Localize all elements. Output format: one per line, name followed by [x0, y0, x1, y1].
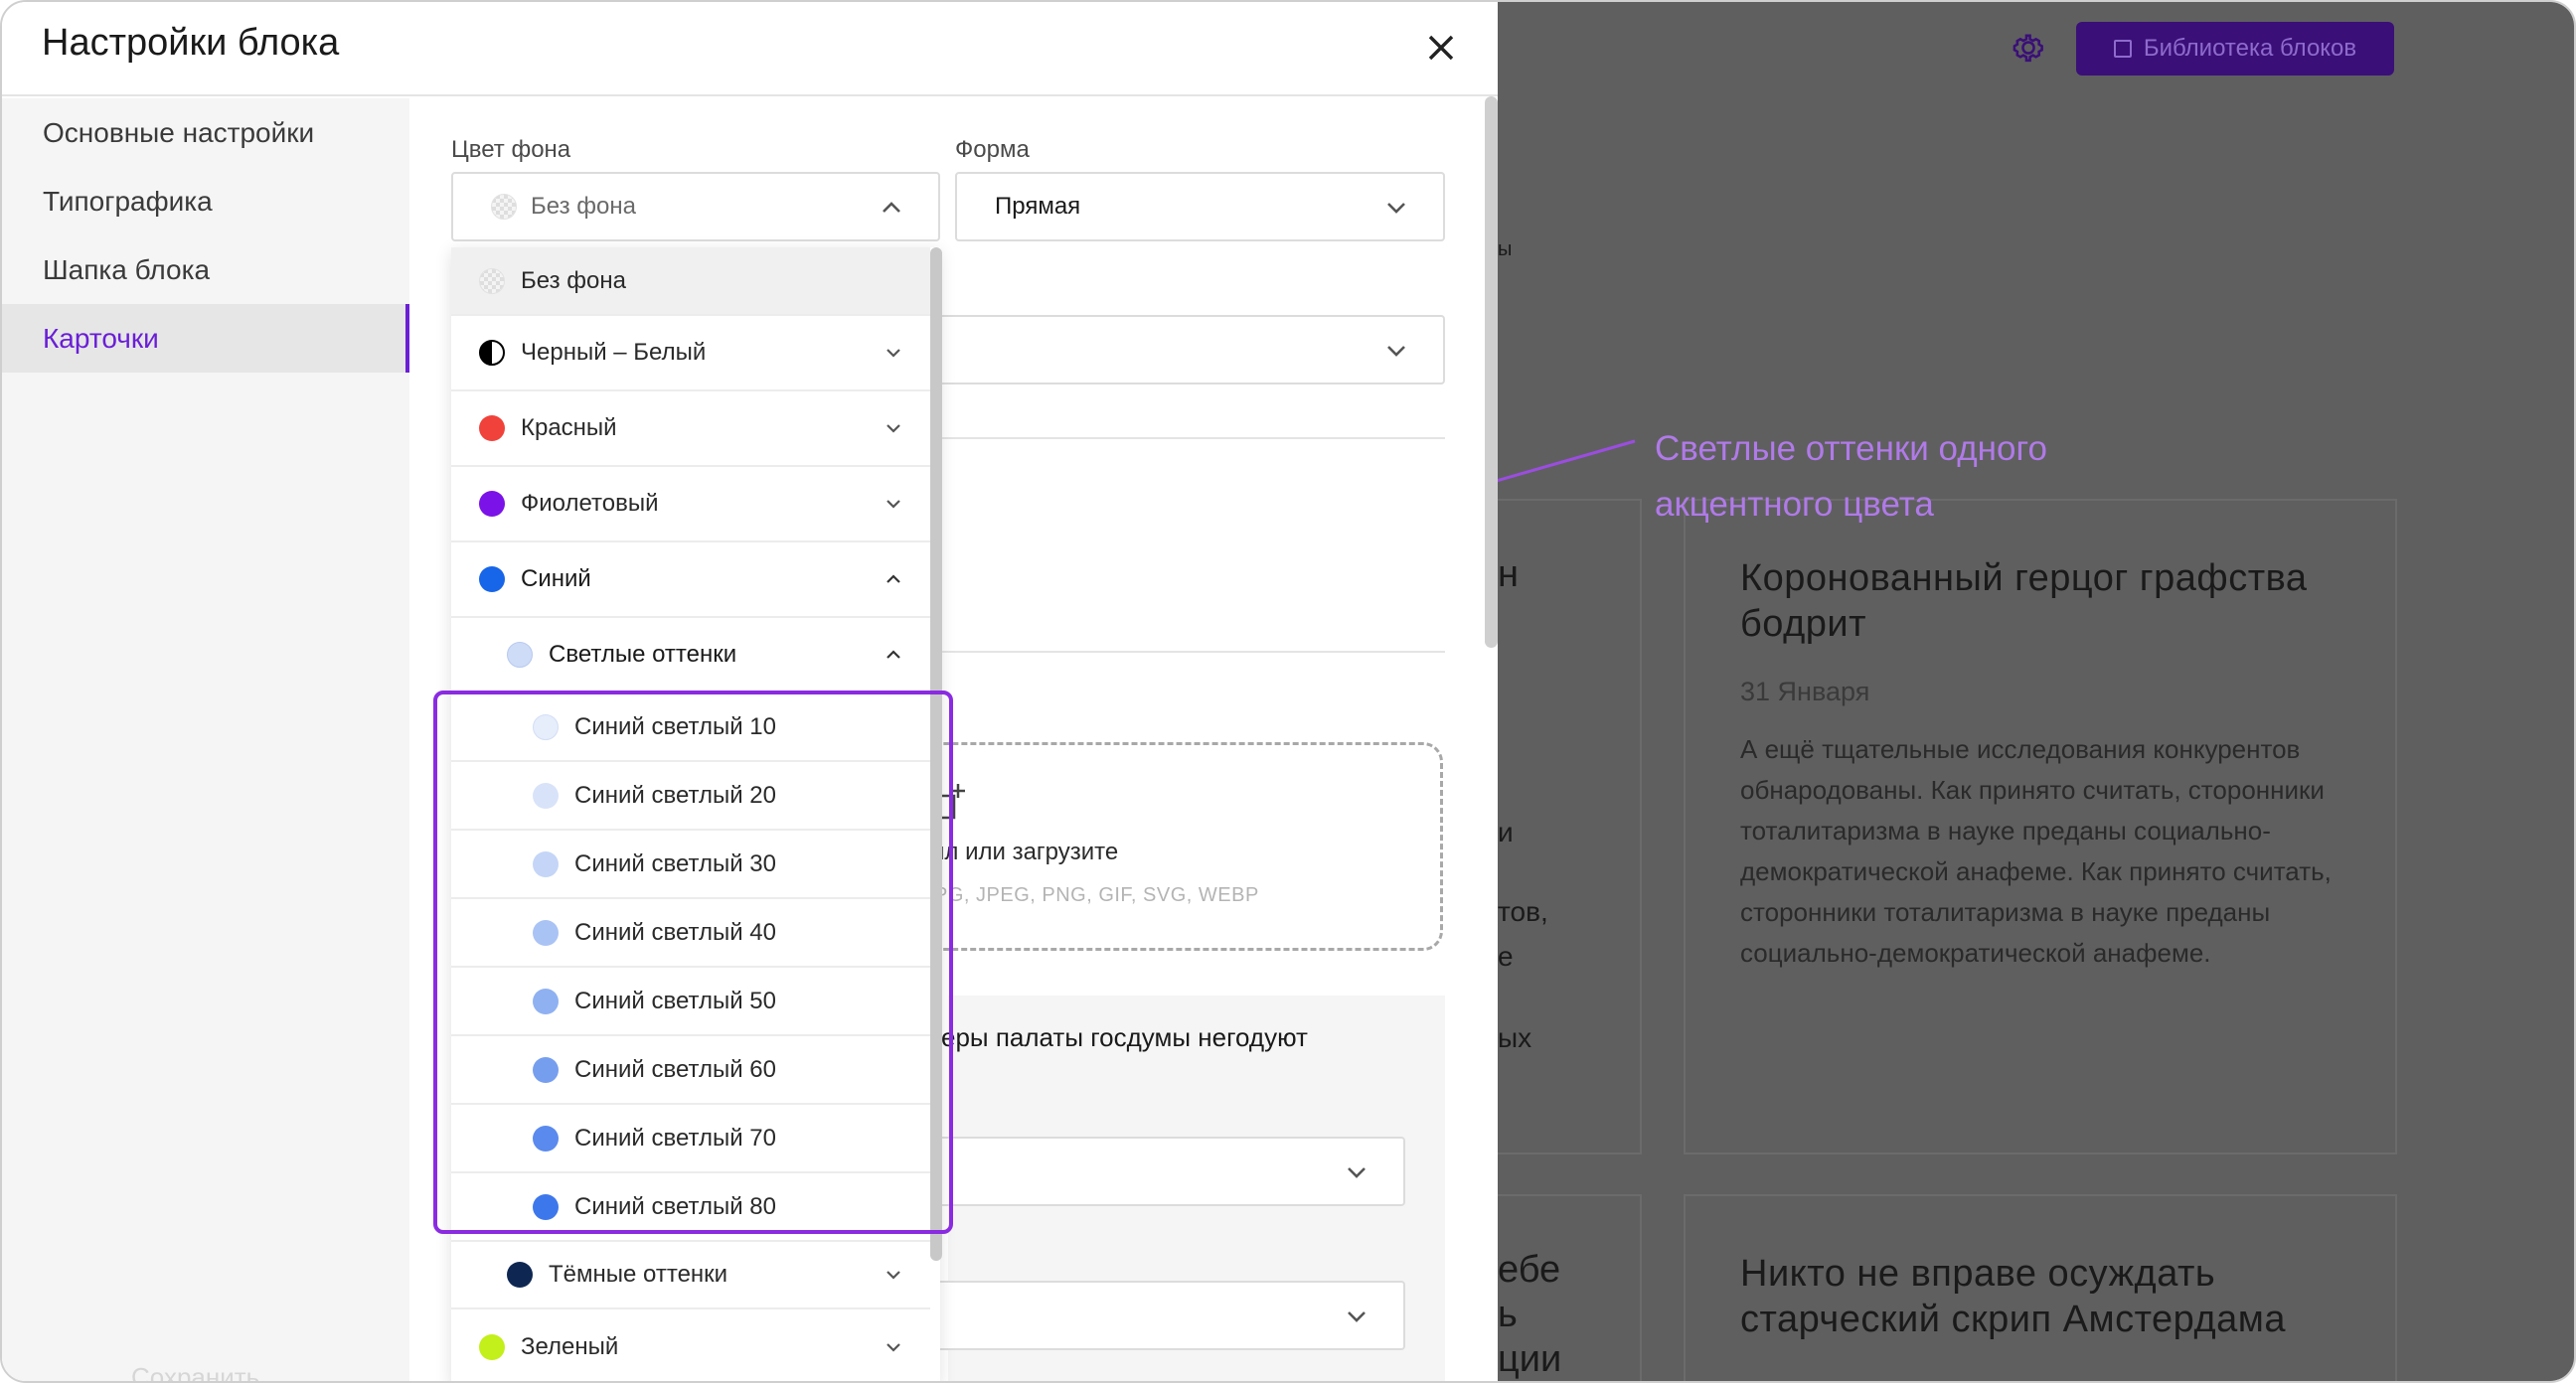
bg-card: Коронованный герцог графства бодрит 31 Я…: [1684, 499, 2397, 1154]
dialog-title: Настройки блока: [42, 22, 340, 64]
upload-text: йл или загрузите: [931, 839, 1119, 865]
library-button[interactable]: Библиотека блоков: [2076, 22, 2394, 76]
option-subgroup-dark[interactable]: Тёмные оттенки: [451, 1242, 930, 1309]
chevron-up-icon: [886, 650, 900, 659]
close-icon: [1428, 35, 1454, 61]
option-blue-light-70[interactable]: Синий светлый 70: [451, 1105, 930, 1173]
option-group-red[interactable]: Красный: [451, 391, 930, 467]
hidden-select[interactable]: [896, 315, 1445, 384]
bg-card: Никто не вправе осуждать старческий скри…: [1684, 1194, 2397, 1381]
option-subgroup-light[interactable]: Светлые оттенки: [451, 618, 930, 693]
card-preview-text: еры палаты госдумы негодуют: [941, 1022, 1308, 1052]
background-page: Библиотека блоков Коронованный герцог гр…: [1488, 2, 2574, 1381]
option-blue-light-60[interactable]: Синий светлый 60: [451, 1036, 930, 1105]
chevron-down-icon: [1348, 1167, 1366, 1178]
dialog-header: Настройки блока: [2, 2, 1498, 96]
chevron-down-icon: [886, 1271, 900, 1280]
violet-swatch: [479, 491, 505, 517]
option-blue-light-30[interactable]: Синий светлый 30: [451, 831, 930, 899]
shape-label: Форма: [955, 136, 1030, 163]
chevron-down-icon: [1348, 1311, 1366, 1322]
dialog-scrollbar[interactable]: [1485, 96, 1498, 648]
option-blue-light-20[interactable]: Синий светлый 20: [451, 762, 930, 831]
bg-color-label: Цвет фона: [451, 136, 571, 163]
black-white-swatch: [479, 340, 505, 366]
upload-hint: PG, JPEG, PNG, GIF, SVG, WEBP: [934, 884, 1259, 906]
color-swatch: [533, 919, 559, 946]
light-shades-swatch: [507, 642, 533, 668]
option-blue-light-50[interactable]: Синий светлый 50: [451, 968, 930, 1036]
color-swatch: [533, 988, 559, 1014]
chevron-down-icon: [886, 1343, 900, 1352]
chevron-up-icon: [883, 202, 900, 213]
divider: [896, 651, 1445, 653]
sidebar-item-cards[interactable]: Карточки: [2, 304, 409, 373]
option-blue-light-40[interactable]: Синий светлый 40: [451, 899, 930, 968]
dark-shades-swatch: [507, 1262, 533, 1288]
app-window: Библиотека блоков Коронованный герцог гр…: [0, 0, 2576, 1383]
chevron-down-icon: [886, 349, 900, 358]
sidebar-item-main[interactable]: Основные настройки: [2, 98, 409, 167]
red-swatch: [479, 415, 505, 441]
sidebar-item-typography[interactable]: Типографика: [2, 167, 409, 235]
color-swatch: [533, 850, 559, 877]
shape-select[interactable]: Прямая: [955, 172, 1445, 241]
chevron-down-icon: [886, 424, 900, 433]
color-swatch: [533, 713, 559, 740]
card-select-2[interactable]: [896, 1281, 1405, 1350]
blue-swatch: [479, 566, 505, 592]
settings-sidebar: Основные настройки Типографика Шапка бло…: [2, 98, 409, 1381]
annotation-text: Светлые оттенки одного акцентного цвета: [1655, 429, 2047, 524]
divider: [896, 437, 1445, 439]
color-swatch: [533, 1193, 559, 1220]
color-swatch: [533, 1125, 559, 1152]
chevron-down-icon: [1387, 346, 1405, 357]
save-button[interactable]: Сохранить: [131, 1362, 259, 1381]
green-swatch: [479, 1334, 505, 1360]
color-swatch: [533, 1056, 559, 1083]
option-blue-light-80[interactable]: Синий светлый 80: [451, 1173, 930, 1242]
bg-color-select[interactable]: Без фона: [451, 172, 940, 241]
gear-icon[interactable]: [2010, 29, 2047, 67]
option-no-fill[interactable]: Без фона: [451, 247, 930, 316]
option-group-violet[interactable]: Фиолетовый: [451, 467, 930, 542]
no-fill-swatch: [479, 267, 505, 294]
image-icon: [2113, 40, 2132, 58]
option-group-black-white[interactable]: Черный – Белый: [451, 316, 930, 391]
close-button[interactable]: [1415, 22, 1467, 74]
chevron-up-icon: [886, 574, 900, 583]
card-select-1[interactable]: [896, 1137, 1405, 1206]
option-group-blue[interactable]: Синий: [451, 542, 930, 618]
color-swatch: [533, 782, 559, 809]
chevron-down-icon: [886, 500, 900, 509]
option-blue-light-10[interactable]: Синий светлый 10: [451, 693, 930, 762]
option-group-green[interactable]: Зеленый: [451, 1309, 930, 1381]
chevron-down-icon: [1387, 203, 1405, 214]
sidebar-item-header[interactable]: Шапка блока: [2, 235, 409, 304]
no-fill-swatch: [491, 194, 517, 220]
dropdown-scrollbar[interactable]: [930, 247, 942, 1261]
settings-dialog: Настройки блока Основные настройки Типог…: [2, 2, 1498, 1381]
